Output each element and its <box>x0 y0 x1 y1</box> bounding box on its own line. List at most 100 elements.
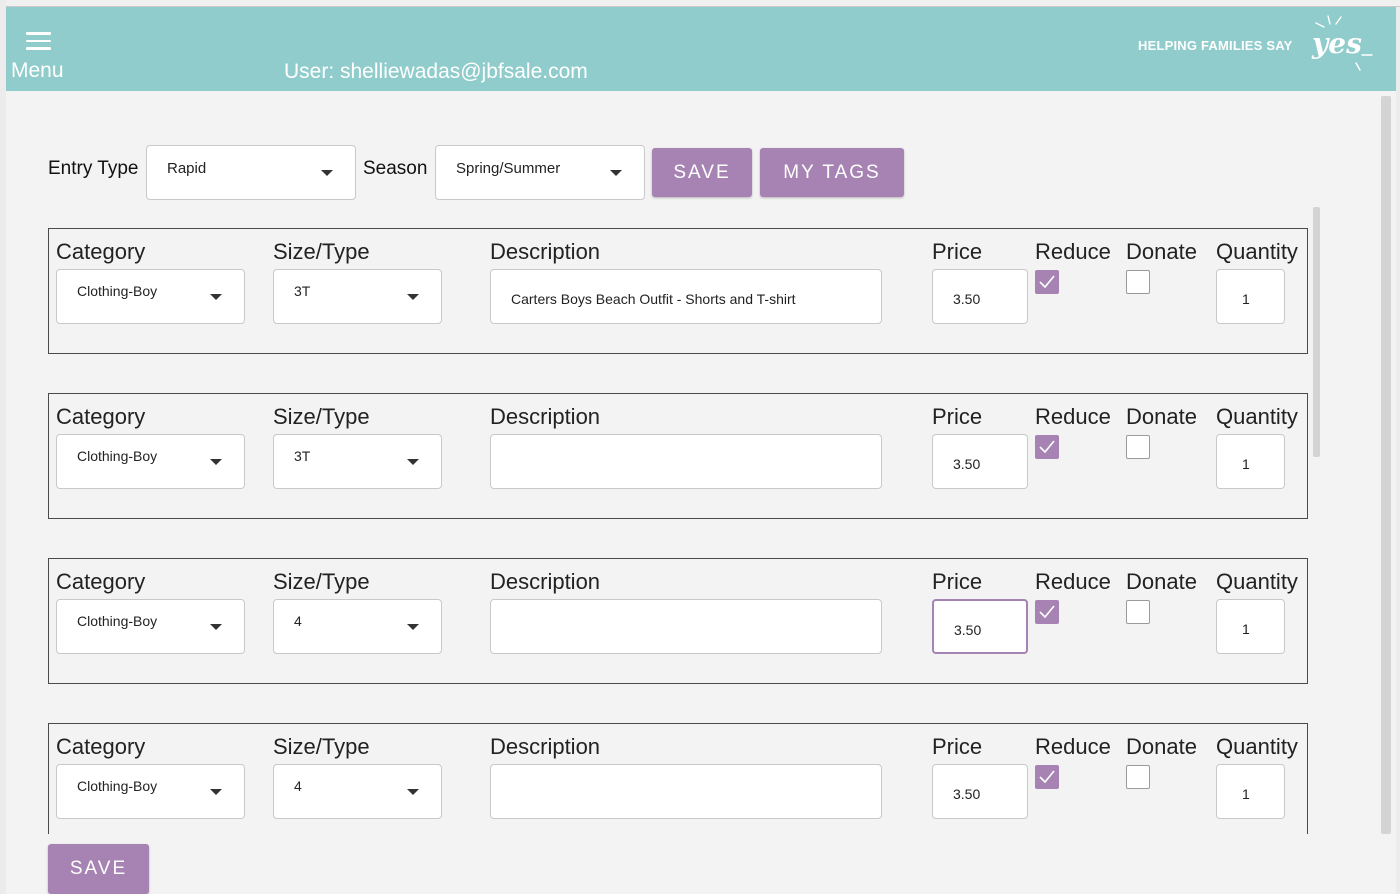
price-label: Price <box>932 569 983 594</box>
size-type-label: Size/Type <box>273 404 370 429</box>
size-type-select[interactable]: 4 <box>273 764 442 819</box>
category-value: Clothing-Boy <box>77 283 158 299</box>
donate-checkbox[interactable] <box>1126 270 1150 294</box>
category-select[interactable]: Clothing-Boy <box>56 269 245 324</box>
size-type-value: 4 <box>294 778 302 794</box>
reduce-checkbox[interactable] <box>1035 600 1059 624</box>
price-value: 3.50 <box>954 622 982 638</box>
chevron-down-icon <box>407 294 419 300</box>
reduce-label: Reduce <box>1035 734 1111 759</box>
price-value: 3.50 <box>953 456 981 472</box>
quantity-label: Quantity <box>1216 404 1298 429</box>
category-label: Category <box>56 569 146 594</box>
item-entry-card: Category Size/Type Description Price Red… <box>48 228 1308 354</box>
size-type-value: 3T <box>294 283 311 299</box>
quantity-value: 1 <box>1242 786 1250 802</box>
price-label: Price <box>932 239 983 264</box>
price-input[interactable]: 3.50 <box>932 599 1028 654</box>
brand-logo: HELPING FAMILIES SAY yes <box>1138 15 1388 75</box>
donate-label: Donate <box>1126 239 1197 264</box>
item-entry-card: Category Size/Type Description Price Red… <box>48 393 1308 519</box>
description-label: Description <box>490 569 601 594</box>
size-type-value: 4 <box>294 613 302 629</box>
size-type-select[interactable]: 3T <box>273 269 442 324</box>
description-input[interactable] <box>490 764 882 819</box>
quantity-value: 1 <box>1242 456 1250 472</box>
price-input[interactable]: 3.50 <box>932 434 1028 489</box>
check-icon <box>1039 605 1055 619</box>
quantity-value: 1 <box>1242 291 1250 307</box>
chevron-down-icon <box>407 789 419 795</box>
category-select[interactable]: Clothing-Boy <box>56 764 245 819</box>
description-label: Description <box>490 734 601 759</box>
app-header: Menu User: shelliewadas@jbfsale.com HELP… <box>6 7 1396 91</box>
donate-label: Donate <box>1126 404 1197 429</box>
size-type-value: 3T <box>294 448 311 464</box>
brand-tagline: HELPING FAMILIES SAY <box>1138 38 1293 53</box>
donate-label: Donate <box>1126 569 1197 594</box>
reduce-label: Reduce <box>1035 239 1111 264</box>
donate-checkbox[interactable] <box>1126 435 1150 459</box>
menu-label[interactable]: Menu <box>11 59 64 83</box>
reduce-checkbox[interactable] <box>1035 270 1059 294</box>
chevron-down-icon <box>210 789 222 795</box>
chevron-down-icon <box>210 294 222 300</box>
description-label: Description <box>490 404 601 429</box>
check-icon <box>1039 275 1055 289</box>
category-select[interactable]: Clothing-Boy <box>56 434 245 489</box>
bottom-save-button[interactable]: SAVE <box>48 844 149 894</box>
price-label: Price <box>932 404 983 429</box>
item-list: Category Size/Type Description Price Red… <box>6 96 1376 834</box>
quantity-value: 1 <box>1242 621 1250 637</box>
check-icon <box>1039 770 1055 784</box>
page-scrollbar[interactable] <box>1381 96 1391 834</box>
size-type-label: Size/Type <box>273 569 370 594</box>
category-value: Clothing-Boy <box>77 778 158 794</box>
quantity-input[interactable]: 1 <box>1216 599 1285 654</box>
hamburger-menu-icon[interactable] <box>26 32 51 50</box>
quantity-input[interactable]: 1 <box>1216 269 1285 324</box>
chevron-down-icon <box>210 459 222 465</box>
size-type-select[interactable]: 3T <box>273 434 442 489</box>
item-entry-card: Category Size/Type Description Price Red… <box>48 723 1308 834</box>
donate-label: Donate <box>1126 734 1197 759</box>
category-value: Clothing-Boy <box>77 448 158 464</box>
category-label: Category <box>56 239 146 264</box>
chevron-down-icon <box>210 624 222 630</box>
price-input[interactable]: 3.50 <box>932 269 1028 324</box>
reduce-checkbox[interactable] <box>1035 765 1059 789</box>
price-label: Price <box>932 734 983 759</box>
quantity-input[interactable]: 1 <box>1216 434 1285 489</box>
category-value: Clothing-Boy <box>77 613 158 629</box>
quantity-label: Quantity <box>1216 239 1298 264</box>
reduce-label: Reduce <box>1035 404 1111 429</box>
quantity-label: Quantity <box>1216 734 1298 759</box>
size-type-select[interactable]: 4 <box>273 599 442 654</box>
category-select[interactable]: Clothing-Boy <box>56 599 245 654</box>
main-content: Entry Type Rapid Season Spring/Summer SA… <box>6 91 1396 894</box>
reduce-label: Reduce <box>1035 569 1111 594</box>
user-label: User: shelliewadas@jbfsale.com <box>284 60 588 83</box>
reduce-checkbox[interactable] <box>1035 435 1059 459</box>
category-label: Category <box>56 734 146 759</box>
size-type-label: Size/Type <box>273 734 370 759</box>
size-type-label: Size/Type <box>273 239 370 264</box>
item-entry-card: Category Size/Type Description Price Red… <box>48 558 1308 684</box>
description-input[interactable]: Carters Boys Beach Outfit - Shorts and T… <box>490 269 882 324</box>
window-top-edge <box>6 0 1400 7</box>
quantity-input[interactable]: 1 <box>1216 764 1285 819</box>
yes-logo-icon: yes <box>1311 15 1373 71</box>
category-label: Category <box>56 404 146 429</box>
price-value: 3.50 <box>953 786 981 802</box>
description-input[interactable] <box>490 599 882 654</box>
donate-checkbox[interactable] <box>1126 765 1150 789</box>
quantity-label: Quantity <box>1216 569 1298 594</box>
chevron-down-icon <box>407 624 419 630</box>
donate-checkbox[interactable] <box>1126 600 1150 624</box>
price-value: 3.50 <box>953 291 981 307</box>
description-input[interactable] <box>490 434 882 489</box>
price-input[interactable]: 3.50 <box>932 764 1028 819</box>
description-value: Carters Boys Beach Outfit - Shorts and T… <box>511 291 796 307</box>
brand-word: yes <box>1311 27 1362 60</box>
description-label: Description <box>490 239 601 264</box>
